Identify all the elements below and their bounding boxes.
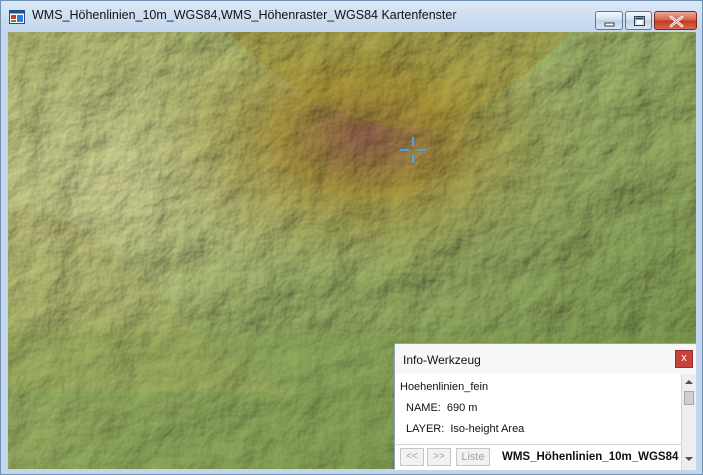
attribute-key: LAYER: [406,423,445,435]
minimize-button[interactable] [595,11,623,30]
title-bar[interactable]: WMS_Höhenlinien_10m_WGS84,WMS_Höhenraste… [1,1,702,32]
previous-button[interactable]: << [400,448,424,466]
maximize-button[interactable] [625,11,652,30]
attribute-row-name: NAME: 690 m [406,402,477,414]
info-scrollbar[interactable] [681,374,696,470]
info-panel-content: Hoehenlinien_fein NAME: 690 m LAYER: Iso-h… [395,374,681,444]
attribute-key: NAME: [406,402,441,414]
attribute-row-layer: LAYER: Iso-height Area [406,423,524,435]
scroll-down-icon[interactable] [685,456,693,462]
attribute-value: Iso-height Area [450,423,525,435]
scroll-thumb[interactable] [684,391,694,405]
close-button[interactable] [654,11,697,30]
next-button[interactable]: >> [427,448,451,466]
info-panel-title: Info-Werkzeug [403,353,481,367]
map-window: WMS_Höhenlinien_10m_WGS84,WMS_Höhenraste… [0,0,703,475]
window-title: WMS_Höhenlinien_10m_WGS84,WMS_Höhenraste… [32,8,457,22]
minimize-icon [604,22,615,27]
footer-layer-title: WMS_Höhenlinien_10m_WGS84 [502,451,679,463]
map-window-icon [9,9,25,25]
list-button[interactable]: Liste [456,448,490,466]
attribute-value: 690 m [446,402,478,414]
close-icon [669,15,684,28]
info-close-button[interactable]: x [675,350,693,368]
maximize-icon [634,16,645,26]
info-panel-header[interactable]: Info-Werkzeug x [395,344,696,374]
info-tool-panel: Info-Werkzeug x Hoehenlinien_fein NAME: 6… [394,343,696,470]
layer-name: Hoehenlinien_fein [400,381,489,393]
scroll-up-icon[interactable] [685,379,693,385]
info-panel-footer: << >> Liste WMS_Höhenlinien_10m_WGS84 [395,444,681,470]
crosshair-icon [400,137,426,163]
